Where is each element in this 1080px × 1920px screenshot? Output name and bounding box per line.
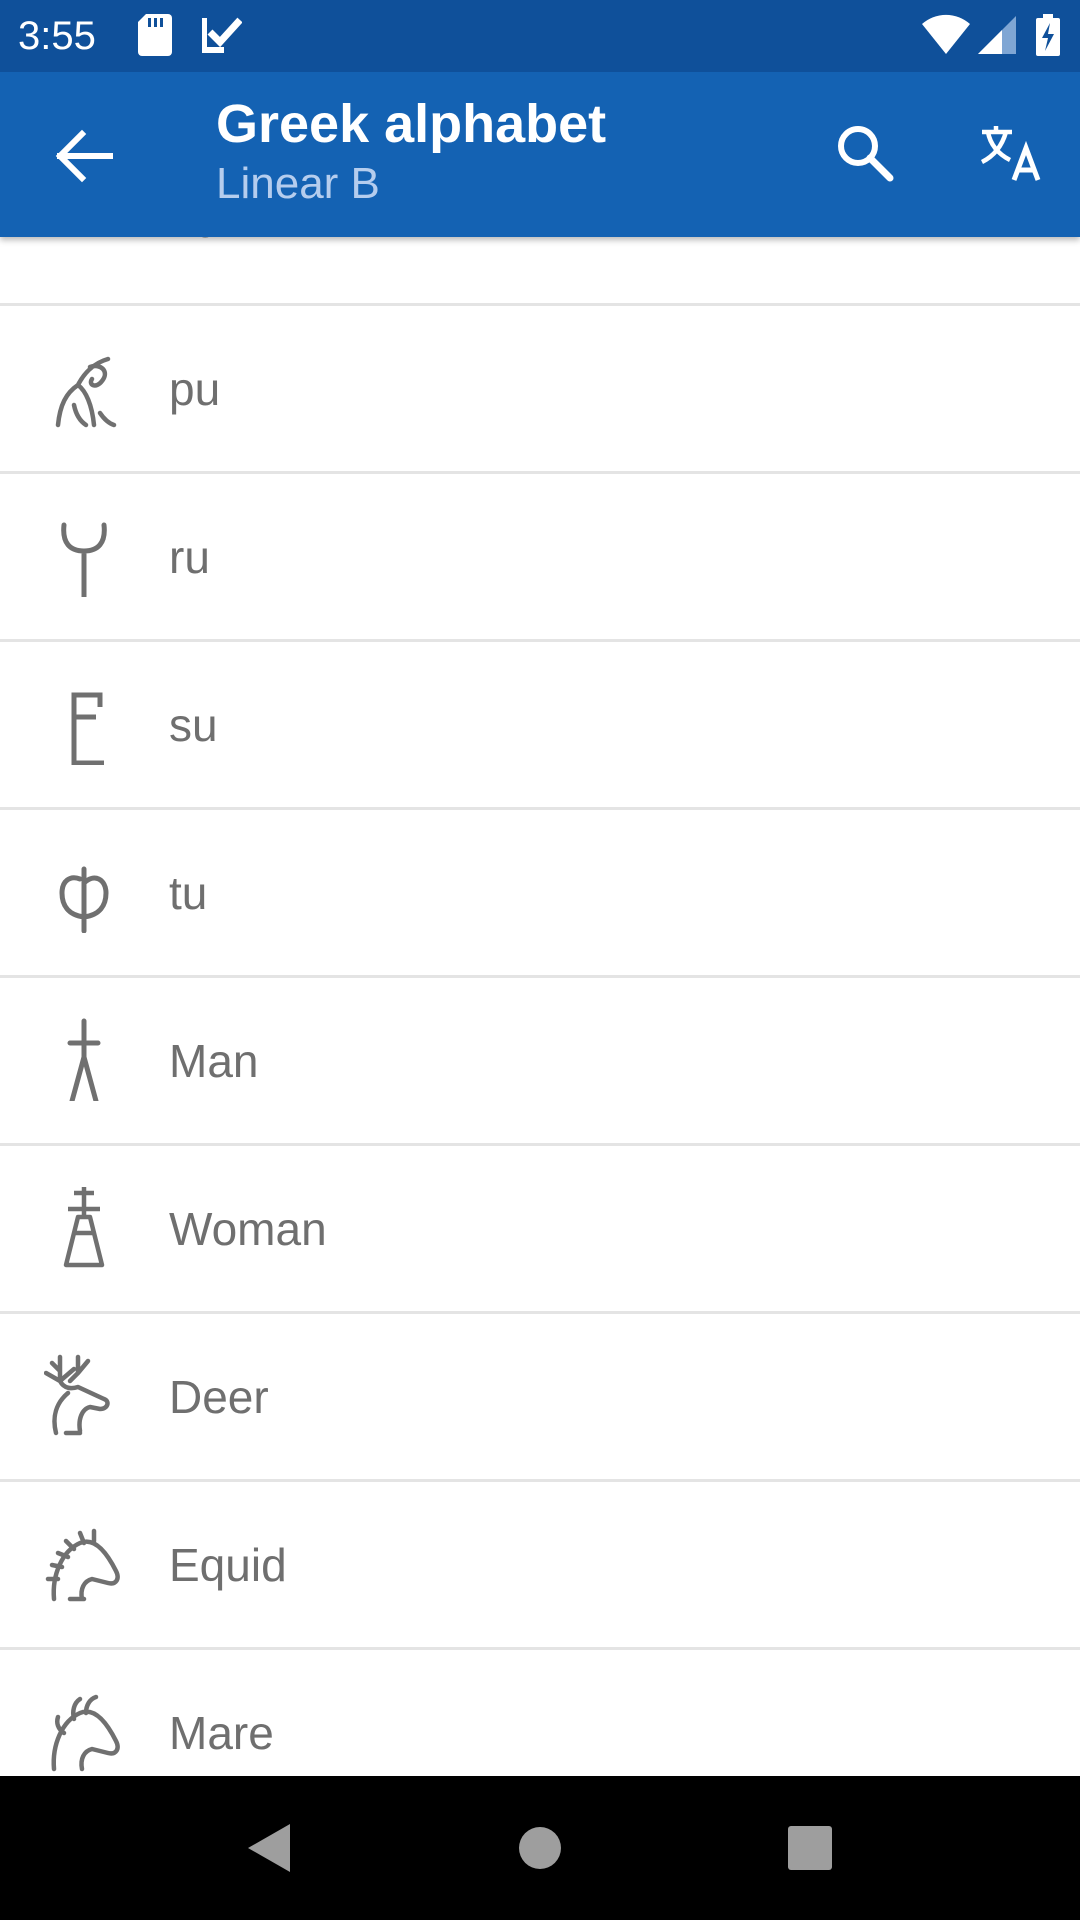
list-item[interactable]: su [0,641,1080,810]
linear-b-woman-glyph [44,1185,128,1269]
linear-b-tu-glyph [44,849,128,933]
list-item[interactable]: ru [0,473,1080,642]
linear-b-deer-glyph [44,1353,128,1437]
linear-b-pu-glyph [44,345,128,429]
list-item-label: Equid [169,1539,287,1591]
status-time: 3:55 [18,14,96,58]
recents-square-icon[interactable] [774,1812,846,1884]
signal-icon [978,16,1016,54]
linear-b-equid-glyph [44,1521,128,1605]
status-bar: 3:55 [0,0,1080,72]
list-item-label: Deer [169,1371,269,1423]
sd-card-icon [138,14,172,56]
list-item[interactable]: Man [0,977,1080,1146]
app-bar: Greek alphabet Linear B [0,72,1080,237]
linear-b-ru-glyph [44,513,128,597]
list-item[interactable]: Woman [0,1145,1080,1314]
app-bar-titles: Greek alphabet Linear B [216,92,606,212]
list-item-label: su [169,699,218,751]
translate-icon[interactable] [976,118,1048,190]
list-item[interactable]: pu [0,305,1080,474]
list-item[interactable]: Equid [0,1481,1080,1650]
list-item-label: ru [169,531,210,583]
linear-b-mare-glyph [44,1689,128,1773]
system-nav-bar [0,1776,1080,1920]
list-item-label: tu [169,867,208,919]
linear-b-man-glyph [44,1017,128,1101]
list-item[interactable]: tu [0,809,1080,978]
letter-list[interactable]: nu pu ru su tu Man Woman [0,0,1080,1776]
list-item[interactable]: Mare [0,1649,1080,1776]
linear-b-su-glyph [44,681,128,765]
list-item-label: pu [169,363,221,415]
back-triangle-icon[interactable] [232,1812,304,1884]
list-item-label: Woman [169,1203,327,1255]
page-title: Greek alphabet [216,94,607,154]
list-item-label: Mare [169,1707,274,1759]
search-icon[interactable] [830,118,902,190]
list-item-label: Man [169,1035,259,1087]
home-circle-icon[interactable] [504,1812,576,1884]
back-arrow-icon[interactable] [52,124,116,188]
wifi-icon [922,14,970,54]
battery-charging-icon [1036,14,1060,56]
list-item[interactable]: Deer [0,1313,1080,1482]
task-check-icon [202,14,242,54]
page-subtitle: Linear B [216,159,380,208]
